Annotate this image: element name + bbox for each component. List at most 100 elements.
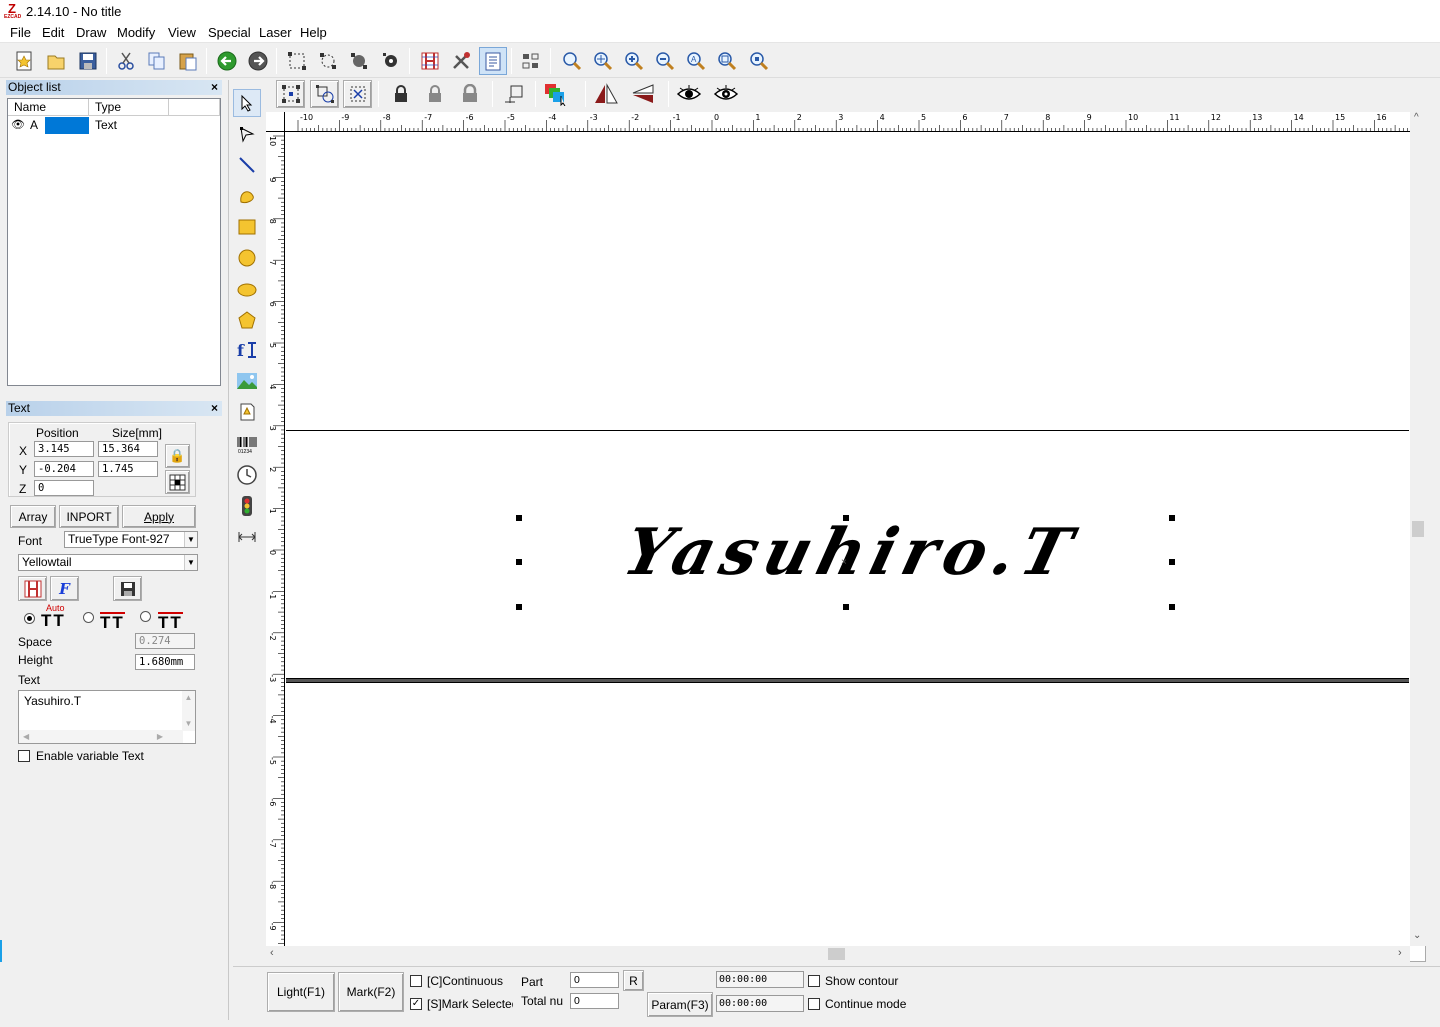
vector-file-icon[interactable] bbox=[233, 398, 261, 426]
param-button[interactable]: Param(F3) bbox=[647, 992, 713, 1017]
selection-handle[interactable] bbox=[516, 604, 522, 610]
zoom-out-icon[interactable] bbox=[651, 47, 679, 75]
select-group-icon[interactable] bbox=[314, 47, 342, 75]
selection-handle[interactable] bbox=[843, 604, 849, 610]
text-font-param-button[interactable] bbox=[18, 576, 47, 601]
barcode-tool-icon[interactable]: 01234 bbox=[233, 430, 261, 458]
arrange-icon[interactable] bbox=[517, 47, 545, 75]
menu-modify[interactable]: Modify bbox=[117, 25, 155, 40]
menu-draw[interactable]: Draw bbox=[76, 25, 106, 40]
position-z-field[interactable]: 0 bbox=[34, 480, 94, 496]
spacing-center-radio[interactable] bbox=[83, 612, 94, 623]
anchor-button[interactable] bbox=[165, 470, 190, 494]
text-panel-close-icon[interactable]: × bbox=[211, 401, 218, 416]
vertical-scrollbar[interactable]: ^ ⌄ bbox=[1410, 112, 1426, 946]
text-vscroll[interactable]: ▲ ▼ bbox=[182, 691, 195, 731]
eye-icon[interactable]: 👁 bbox=[11, 118, 25, 131]
mirror-vertical-icon[interactable] bbox=[630, 80, 658, 108]
list-item[interactable]: 👁 A Text bbox=[8, 117, 220, 134]
arrange-order-icon[interactable] bbox=[542, 80, 570, 108]
array-button[interactable]: Array bbox=[10, 505, 56, 528]
delay-tool-icon[interactable] bbox=[233, 523, 261, 551]
circle-tool-icon[interactable] bbox=[233, 244, 261, 272]
selection-handle[interactable] bbox=[516, 515, 522, 521]
spacing-edge-radio[interactable] bbox=[140, 611, 151, 622]
select-arrow-icon[interactable] bbox=[233, 89, 261, 117]
selection-handle[interactable] bbox=[1169, 515, 1175, 521]
selection-handle[interactable] bbox=[1169, 604, 1175, 610]
chevron-down-icon[interactable]: ▼ bbox=[184, 555, 197, 570]
copy-icon[interactable] bbox=[143, 47, 171, 75]
preview-eye-icon[interactable] bbox=[675, 80, 703, 108]
text-hscroll[interactable]: ◀ ▶ bbox=[19, 730, 183, 743]
object-list[interactable]: Name Type 👁 A Text bbox=[7, 98, 221, 386]
center-object-icon[interactable] bbox=[500, 80, 528, 108]
paste-icon[interactable] bbox=[174, 47, 202, 75]
spacing-auto-radio[interactable] bbox=[24, 613, 35, 624]
unlock-all-icon[interactable] bbox=[456, 80, 484, 108]
menu-edit[interactable]: Edit bbox=[42, 25, 64, 40]
text-tool-icon[interactable]: f bbox=[233, 336, 261, 364]
invert-select-icon[interactable] bbox=[343, 80, 372, 108]
horizontal-scrollbar[interactable]: ‹ › bbox=[266, 946, 1410, 962]
node-edit-icon[interactable] bbox=[233, 120, 261, 148]
line-tool-icon[interactable] bbox=[233, 151, 261, 179]
zoom-in-icon[interactable] bbox=[620, 47, 648, 75]
import-button[interactable]: INPORT bbox=[59, 505, 119, 528]
zoom-icon[interactable] bbox=[558, 47, 586, 75]
menu-file[interactable]: File bbox=[10, 25, 31, 40]
open-file-icon[interactable] bbox=[42, 47, 70, 75]
mark-selected-checkbox[interactable]: ✓ bbox=[410, 998, 422, 1010]
properties-icon[interactable] bbox=[479, 47, 507, 75]
ellipse-tool-icon[interactable] bbox=[233, 276, 261, 304]
zoom-all-icon[interactable]: A bbox=[682, 47, 710, 75]
object-list-close-icon[interactable]: × bbox=[211, 80, 218, 95]
chevron-down-icon[interactable]: ▼ bbox=[184, 532, 197, 547]
apply-button[interactable]: Apply bbox=[122, 505, 196, 528]
zoom-selected-icon[interactable] bbox=[745, 47, 773, 75]
bitmap-tool-icon[interactable] bbox=[233, 367, 261, 395]
scroll-up-icon[interactable]: ^ bbox=[1414, 112, 1419, 123]
scroll-left-icon[interactable]: ‹ bbox=[270, 947, 274, 959]
undo-icon[interactable] bbox=[213, 47, 241, 75]
save-font-button[interactable] bbox=[113, 576, 142, 601]
rectangle-tool-icon[interactable] bbox=[233, 213, 261, 241]
save-icon[interactable] bbox=[74, 47, 102, 75]
group-select-icon[interactable] bbox=[310, 80, 339, 108]
selection-handle[interactable] bbox=[1169, 559, 1175, 565]
font-name-select[interactable]: Yellowtail ▼ bbox=[18, 554, 198, 571]
menu-view[interactable]: View bbox=[168, 25, 196, 40]
select-all-icon[interactable] bbox=[276, 80, 305, 108]
scroll-down-icon[interactable]: ⌄ bbox=[1413, 930, 1421, 941]
font-style-button[interactable]: F bbox=[50, 576, 79, 601]
column-name[interactable]: Name bbox=[8, 99, 89, 116]
light-button[interactable]: Light(F1) bbox=[267, 972, 335, 1012]
break-icon[interactable] bbox=[377, 47, 405, 75]
timer-tool-icon[interactable] bbox=[233, 461, 261, 489]
lock-ratio-button[interactable]: 🔒 bbox=[165, 444, 190, 468]
mark-button[interactable]: Mark(F2) bbox=[338, 972, 404, 1012]
height-field[interactable]: 1.680mm bbox=[135, 654, 195, 670]
new-file-icon[interactable] bbox=[10, 47, 38, 75]
selection-handle[interactable] bbox=[843, 515, 849, 521]
scroll-right-icon[interactable]: › bbox=[1398, 947, 1402, 959]
size-y-field[interactable]: 1.745 bbox=[98, 461, 158, 477]
io-signal-icon[interactable] bbox=[233, 492, 261, 520]
cut-icon[interactable] bbox=[112, 47, 140, 75]
position-y-field[interactable]: -0.204 bbox=[34, 461, 94, 477]
polygon-tool-icon[interactable] bbox=[233, 306, 261, 334]
drawing-area[interactable]: Yasuhiro.T × bbox=[286, 133, 1409, 945]
continue-mode-checkbox[interactable] bbox=[808, 998, 820, 1010]
total-field[interactable]: 0 bbox=[570, 993, 619, 1009]
reset-button[interactable]: R bbox=[623, 970, 644, 991]
lock-icon[interactable] bbox=[387, 80, 415, 108]
menu-help[interactable]: Help bbox=[300, 25, 327, 40]
menu-special[interactable]: Special bbox=[208, 25, 251, 40]
selection-handle[interactable] bbox=[516, 559, 522, 565]
show-contour-checkbox[interactable] bbox=[808, 975, 820, 987]
position-x-field[interactable]: 3.145 bbox=[34, 441, 94, 457]
select-nodes-icon[interactable] bbox=[283, 47, 311, 75]
zoom-workspace-icon[interactable] bbox=[713, 47, 741, 75]
horizontal-scroll-thumb[interactable] bbox=[828, 948, 845, 960]
preview-all-eye-icon[interactable] bbox=[712, 80, 740, 108]
